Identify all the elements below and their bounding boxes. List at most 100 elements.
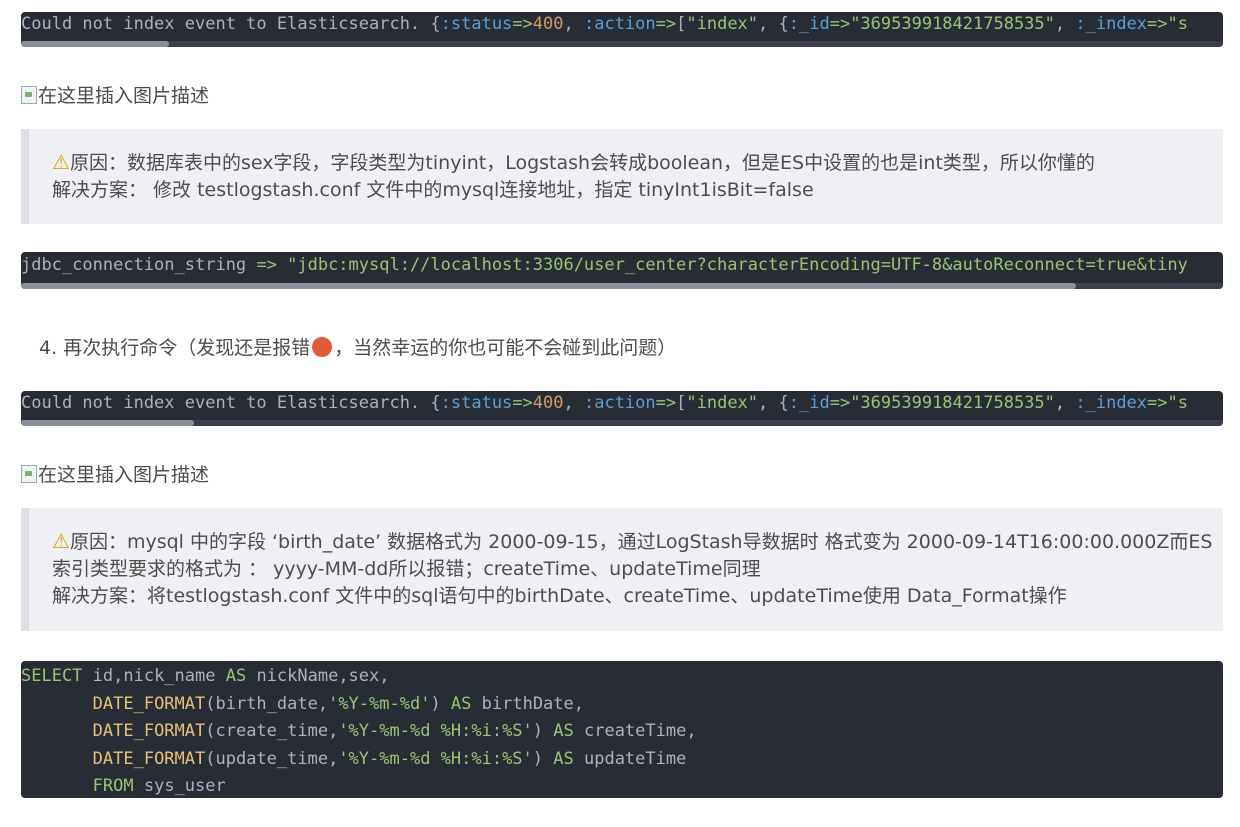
code-token: , {	[758, 14, 789, 34]
step-text-continued: ，当然幸运的你也可能不会碰到此问题）	[334, 337, 677, 359]
list-number: 4.	[39, 337, 58, 359]
note-blockquote-2: ⚠原因：mysql 中的字段 ‘birth_date’ 数据格式为 2000-0…	[21, 508, 1223, 631]
code-token: jdbc_connection_string	[21, 255, 257, 275]
code-token: :_id	[788, 393, 830, 413]
note-blockquote-1: ⚠原因：数据库表中的sex字段，字段类型为tinyint，Logstash会转成…	[21, 129, 1223, 224]
code-token: =>	[512, 14, 533, 34]
sql-line: DATE_FORMAT(birth_date,'%Y-%m-%d') AS bi…	[21, 691, 697, 719]
quote-line: ⚠原因：数据库表中的sex字段，字段类型为tinyint，Logstash会转成…	[52, 149, 1223, 177]
sql-line: DATE_FORMAT(create_time,'%Y-%m-%d %H:%i:…	[21, 718, 697, 746]
code-token: [	[676, 393, 687, 413]
code-token: "s	[1167, 14, 1188, 34]
code-token: 400	[532, 393, 564, 413]
code-token: AS	[450, 693, 472, 714]
code-token: :status	[440, 393, 513, 413]
code-token: Could not index event to Elasticsearch. …	[21, 14, 441, 34]
code-token: )	[532, 748, 554, 769]
code-token: "index"	[686, 14, 759, 34]
code-token: :_id	[788, 14, 830, 34]
code-token: "index"	[686, 393, 759, 413]
code-token: :_index	[1075, 14, 1148, 34]
code-token: SELECT	[21, 666, 83, 686]
horizontal-scrollbar[interactable]	[21, 420, 1223, 426]
image-alt-text: 在这里插入图片描述	[38, 85, 210, 107]
code-token: )	[430, 693, 451, 714]
step-text: 再次执行命令（发现还是报错	[63, 337, 311, 359]
code-token: '%Y-%m-%d %H:%i:%S'	[338, 748, 533, 769]
horizontal-scrollbar[interactable]	[21, 283, 1223, 289]
code-token: (update_time,	[205, 748, 339, 769]
code-token: AS	[553, 721, 574, 741]
jdbc-code-block: jdbc_connection_string => "jdbc:mysql://…	[21, 252, 1223, 289]
code-token: "jdbc:mysql://localhost:3306/user_center…	[276, 255, 1188, 275]
code-token: birthDate,	[471, 693, 584, 714]
code-token: =>	[1147, 393, 1168, 413]
code-token: :action	[583, 393, 656, 413]
code-token: =>	[512, 393, 533, 413]
code-token: "369539918421758535"	[850, 393, 1055, 413]
code-token: :_index	[1075, 393, 1148, 413]
code-token: sys_user	[133, 776, 226, 796]
code-token: AS	[225, 666, 247, 686]
jdbc-connection-line: jdbc_connection_string => "jdbc:mysql://…	[21, 255, 1188, 275]
horizontal-scrollbar[interactable]	[21, 41, 1223, 47]
code-token: DATE_FORMAT	[92, 721, 206, 741]
code-token: "369539918421758535"	[850, 14, 1055, 34]
error-code-block-1: Could not index event to Elasticsearch. …	[21, 12, 1223, 47]
quote-text: 原因：数据库表中的sex字段，字段类型为tinyint，Logstash会转成b…	[69, 152, 1095, 174]
code-token: 400	[532, 14, 564, 34]
code-token: updateTime	[573, 748, 687, 769]
code-token: :status	[440, 14, 513, 34]
code-token: createTime,	[573, 721, 697, 741]
code-token: "s	[1167, 393, 1188, 413]
quote-line: ⚠原因：mysql 中的字段 ‘birth_date’ 数据格式为 2000-0…	[52, 528, 1223, 556]
quote-line: 解决方案：将testlogstash.conf 文件中的sql语句中的birth…	[52, 585, 1067, 607]
scrollbar-thumb[interactable]	[21, 420, 194, 426]
code-token: '%Y-%m-%d %H:%i:%S'	[338, 721, 533, 741]
error-log-line: Could not index event to Elasticsearch. …	[21, 393, 1188, 413]
code-token: (create_time,	[205, 721, 339, 741]
code-token: Could not index event to Elasticsearch. …	[21, 393, 441, 413]
code-token: =>	[1147, 14, 1168, 34]
code-token: nickName,sex,	[246, 666, 390, 686]
sql-code-block: SELECT id,nick_name AS nickName,sex, DAT…	[21, 661, 1223, 798]
code-token: ,	[1054, 14, 1076, 34]
code-token: =>	[829, 14, 851, 34]
image-alt-text: 在这里插入图片描述	[38, 464, 210, 486]
code-token: AS	[553, 748, 574, 769]
code-token: ,	[563, 14, 584, 34]
sql-code: SELECT id,nick_name AS nickName,sex, DAT…	[21, 663, 697, 798]
error-code-block-2: Could not index event to Elasticsearch. …	[21, 391, 1223, 426]
code-token: :action	[583, 14, 656, 34]
code-token: =>	[655, 14, 677, 34]
code-token: FROM	[92, 776, 134, 796]
code-token: DATE_FORMAT	[92, 748, 206, 769]
sql-line: FROM sys_user	[21, 773, 697, 798]
quote-line: 索引类型要求的格式为 ： yyyy-MM-dd所以报错；createTime、u…	[52, 558, 761, 580]
code-token: =>	[655, 393, 677, 413]
code-token: id,nick_name	[82, 666, 226, 686]
broken-image-icon	[21, 85, 37, 104]
code-token: )	[532, 721, 554, 741]
sql-line: SELECT id,nick_name AS nickName,sex,	[21, 663, 697, 691]
code-token: , {	[758, 393, 789, 413]
image-placeholder: 在这里插入图片描述	[21, 81, 209, 108]
code-token: ,	[1054, 393, 1076, 413]
image-placeholder: 在这里插入图片描述	[21, 460, 209, 487]
warning-icon: ⚠	[52, 150, 70, 174]
warning-icon: ⚠	[52, 529, 70, 553]
broken-image-icon	[21, 464, 37, 483]
scrollbar-thumb[interactable]	[21, 41, 169, 47]
code-token: DATE_FORMAT	[92, 693, 206, 714]
error-log-line: Could not index event to Elasticsearch. …	[21, 14, 1188, 34]
scrollbar-thumb[interactable]	[21, 283, 1076, 289]
sql-line: DATE_FORMAT(update_time,'%Y-%m-%d %H:%i:…	[21, 746, 697, 774]
quote-line: 解决方案： 修改 testlogstash.conf 文件中的mysql连接地址…	[52, 179, 814, 201]
angry-face-icon	[312, 337, 333, 357]
code-token: =>	[256, 255, 277, 275]
code-token: '%Y-%m-%d'	[328, 693, 431, 714]
